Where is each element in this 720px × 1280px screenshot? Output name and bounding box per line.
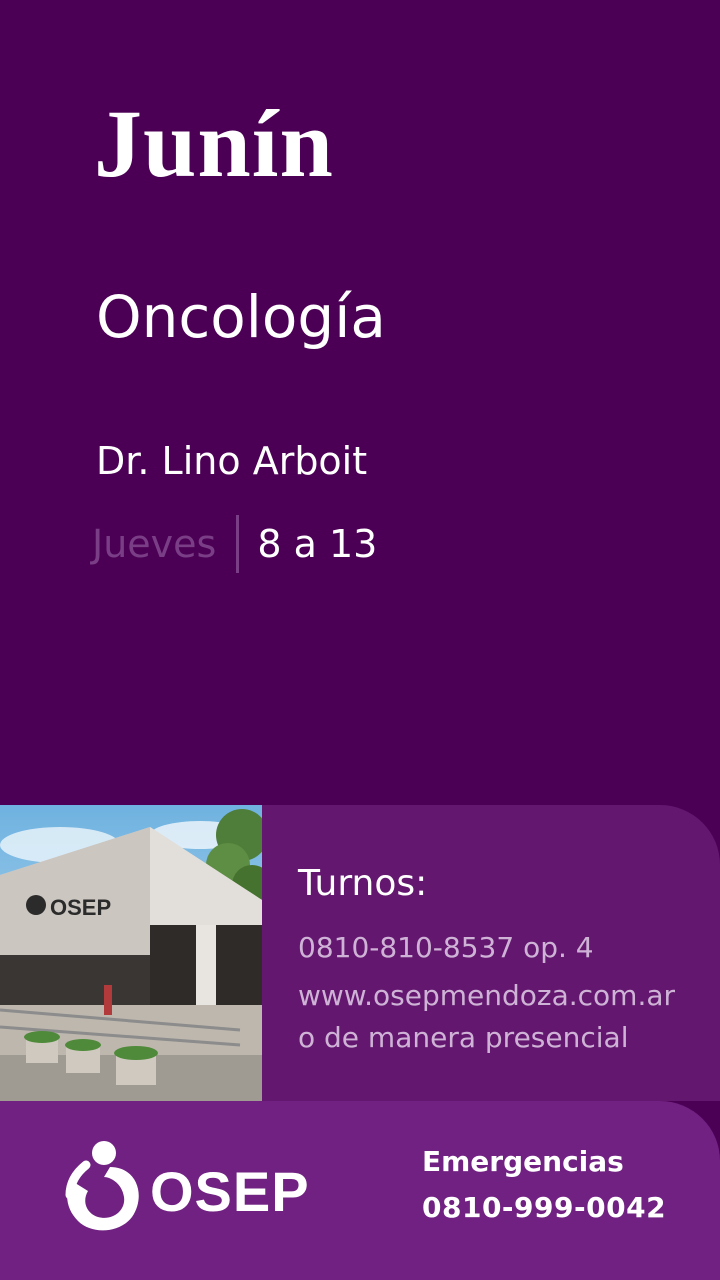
turnos-website-link[interactable]: www.osepmendoza.com.ar (298, 979, 675, 1012)
schedule-hours: 8 a 13 (257, 522, 378, 566)
schedule: Jueves 8 a 13 (92, 514, 377, 574)
osep-logo-text: OSEP (150, 1160, 310, 1223)
osep-logo-icon (65, 1141, 139, 1231)
turnos-heading: Turnos: (298, 863, 428, 904)
building-sign: OSEP (50, 895, 111, 920)
footer: OSEP Emergencias 0810-999-0042 (0, 1101, 720, 1280)
turnos-presencial: o de manera presencial (298, 1021, 629, 1054)
emergencias-label: Emergencias (422, 1145, 624, 1178)
building-photo: OSEP (0, 805, 262, 1101)
emergencias-phone[interactable]: 0810-999-0042 (422, 1191, 666, 1224)
hero-section: Junín Oncología Dr. Lino Arboit Jueves 8… (0, 0, 720, 805)
building-illustration: OSEP (0, 805, 262, 1101)
schedule-divider (236, 515, 240, 573)
osep-logo: OSEP (64, 1137, 314, 1237)
specialty-title: Oncología (96, 283, 386, 351)
doctor-name: Dr. Lino Arboit (96, 439, 368, 483)
turnos-phone[interactable]: 0810-810-8537 op. 4 (298, 931, 594, 964)
turnos-panel: OSEP Turnos: 0810-810-8537 op. 4 www.ose… (0, 805, 720, 1101)
schedule-day: Jueves (92, 522, 217, 566)
city-title: Junín (94, 90, 334, 197)
